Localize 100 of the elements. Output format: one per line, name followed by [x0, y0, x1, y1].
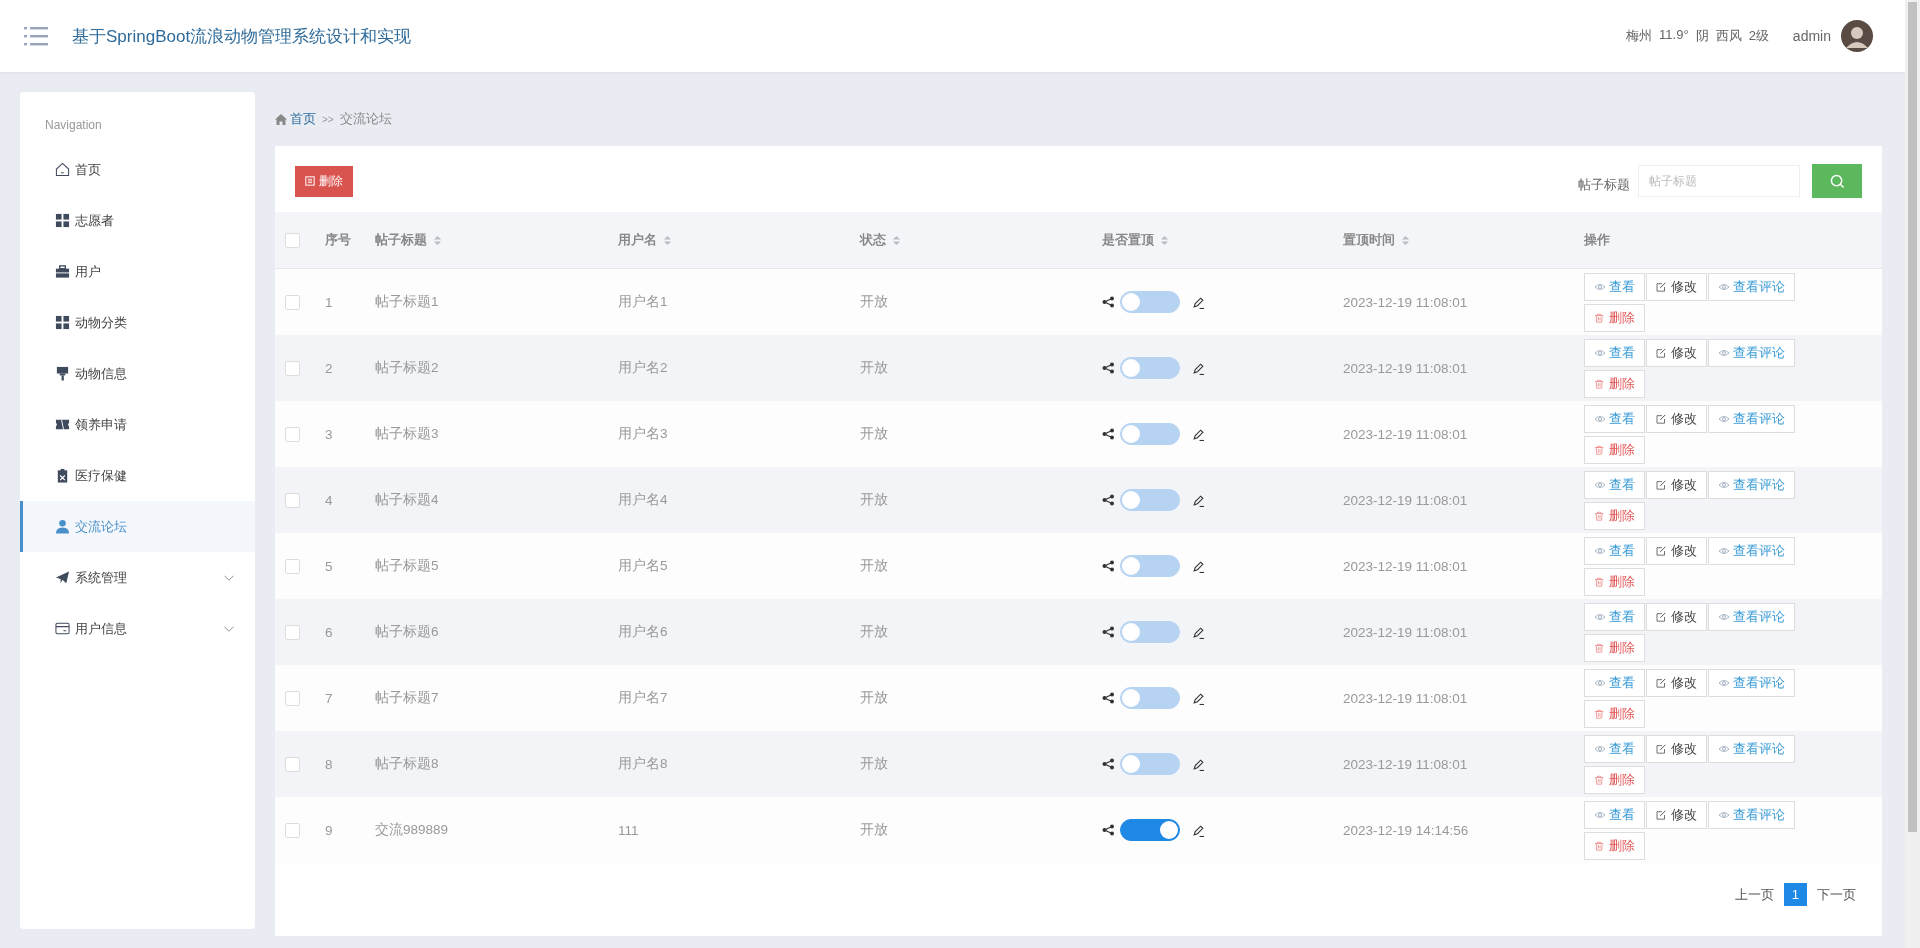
column-header[interactable]: 状态 — [860, 231, 886, 249]
column-header[interactable]: 序号 — [325, 231, 351, 249]
checkbox[interactable] — [285, 558, 300, 574]
view-button[interactable]: 查看 — [1584, 470, 1645, 499]
checkbox[interactable] — [285, 294, 300, 310]
sidebar-item[interactable]: 首页 — [20, 144, 255, 195]
weather-text: 2级 — [1748, 27, 1769, 45]
sidebar-item[interactable]: 用户 — [20, 246, 255, 297]
view-button[interactable]: 查看 — [1584, 272, 1645, 301]
view-button[interactable]: 查看 — [1584, 668, 1645, 697]
edit-button[interactable]: 修改 — [1646, 734, 1707, 763]
column-header[interactable]: 操作 — [1584, 231, 1610, 249]
trash-icon — [1594, 708, 1606, 719]
view-button[interactable]: 查看评论 — [1708, 800, 1795, 829]
delete-button[interactable]: 删除 — [1584, 699, 1645, 728]
toggle-switch[interactable] — [1120, 291, 1180, 313]
sidebar-item[interactable]: 动物分类 — [20, 297, 255, 348]
toggle-switch[interactable] — [1120, 819, 1180, 841]
delete-button[interactable]: 删除 — [295, 165, 353, 197]
view-button[interactable]: 查看评论 — [1708, 404, 1795, 433]
grid-icon — [55, 213, 70, 228]
search-label: 帖子标题 — [1578, 176, 1630, 194]
edit-button[interactable]: 修改 — [1646, 800, 1707, 829]
edit-button[interactable]: 修改 — [1646, 470, 1707, 499]
toggle-switch[interactable] — [1120, 555, 1180, 577]
view-button[interactable]: 查看评论 — [1708, 536, 1795, 565]
edit-button[interactable]: 修改 — [1646, 536, 1707, 565]
menu-icon[interactable] — [24, 26, 48, 46]
column-header[interactable]: 帖子标题 — [375, 231, 427, 249]
delete-button[interactable]: 删除 — [1584, 435, 1645, 464]
page-button[interactable]: 1 — [1783, 883, 1807, 906]
sidebar-item[interactable]: 动物信息 — [20, 348, 255, 399]
delete-button[interactable]: 删除 — [1584, 567, 1645, 596]
weather-text: 梅州 — [1626, 27, 1653, 45]
toggle-switch[interactable] — [1120, 687, 1180, 709]
checkbox[interactable] — [285, 690, 300, 706]
sidebar-item[interactable]: 志愿者 — [20, 195, 255, 246]
delete-button[interactable]: 删除 — [1584, 831, 1645, 860]
view-button[interactable]: 查看评论 — [1708, 734, 1795, 763]
table-cell: 3 — [325, 426, 333, 442]
breadcrumb-current: 交流论坛 — [339, 110, 392, 128]
breadcrumb-separator: >> — [322, 113, 334, 125]
sidebar-item[interactable]: 交流论坛 — [20, 501, 255, 552]
house-icon — [55, 162, 70, 177]
view-button[interactable]: 查看 — [1584, 734, 1645, 763]
edit-button[interactable]: 修改 — [1646, 404, 1707, 433]
table-cell: 帖子标题4 — [375, 491, 439, 509]
table-cell: 9 — [325, 822, 333, 838]
search-field[interactable]: 帖子标题 — [1638, 165, 1800, 197]
checkbox[interactable] — [285, 492, 300, 508]
edit-button[interactable]: 修改 — [1646, 668, 1707, 697]
breadcrumb-link[interactable]: 首页 — [290, 110, 316, 128]
scrollbar[interactable] — [1905, 0, 1920, 948]
edit-button[interactable]: 修改 — [1646, 272, 1707, 301]
view-button[interactable]: 查看评论 — [1708, 272, 1795, 301]
next-page-link[interactable]: 下一页 — [1817, 885, 1856, 904]
view-button[interactable]: 查看 — [1584, 404, 1645, 433]
previous-page-link[interactable]: 上一页 — [1734, 885, 1774, 904]
view-button[interactable]: 查看 — [1584, 536, 1645, 565]
column-header[interactable]: 用户名 — [618, 231, 657, 249]
delete-button[interactable]: 删除 — [1584, 303, 1645, 332]
checkbox[interactable] — [285, 232, 300, 248]
checkbox[interactable] — [285, 360, 300, 376]
view-button[interactable]: 查看 — [1584, 800, 1645, 829]
checkbox[interactable] — [285, 426, 300, 442]
search-button[interactable] — [1812, 164, 1862, 198]
sidebar-item[interactable]: 医疗保健 — [20, 450, 255, 501]
sidebar-item[interactable]: 领养申请 — [20, 399, 255, 450]
delete-button[interactable]: 删除 — [1584, 369, 1645, 398]
avatar-icon[interactable] — [1841, 20, 1873, 52]
sort-icon — [892, 234, 901, 246]
eye-icon — [1594, 743, 1606, 754]
checkbox[interactable] — [285, 624, 300, 640]
column-header[interactable]: 是否置顶 — [1102, 231, 1154, 249]
sidebar-item[interactable]: 用户信息 — [20, 603, 255, 654]
column-header[interactable]: 置顶时间 — [1343, 231, 1395, 249]
edit-button[interactable]: 修改 — [1646, 602, 1707, 631]
eye-icon — [1594, 677, 1606, 688]
checkbox[interactable] — [285, 756, 300, 772]
sidebar-item[interactable]: 系统管理 — [20, 552, 255, 603]
view-button[interactable]: 查看评论 — [1708, 668, 1795, 697]
view-button[interactable]: 查看评论 — [1708, 338, 1795, 367]
toggle-switch[interactable] — [1120, 753, 1180, 775]
view-button[interactable]: 查看评论 — [1708, 470, 1795, 499]
delete-button[interactable]: 删除 — [1584, 501, 1645, 530]
trash-icon — [305, 176, 315, 186]
delete-button[interactable]: 删除 — [1584, 765, 1645, 794]
checkbox[interactable] — [285, 822, 300, 838]
delete-button[interactable]: 删除 — [1584, 633, 1645, 662]
view-button[interactable]: 查看 — [1584, 338, 1645, 367]
edit-button[interactable]: 修改 — [1646, 338, 1707, 367]
toggle-switch[interactable] — [1120, 357, 1180, 379]
user-name[interactable]: admin — [1792, 28, 1831, 44]
table-cell: 2023-12-19 14:14:56 — [1343, 822, 1469, 838]
view-button[interactable]: 查看评论 — [1708, 602, 1795, 631]
toggle-switch[interactable] — [1120, 489, 1180, 511]
toggle-switch[interactable] — [1120, 423, 1180, 445]
trash-icon — [1594, 378, 1606, 389]
toggle-switch[interactable] — [1120, 621, 1180, 643]
view-button[interactable]: 查看 — [1584, 602, 1645, 631]
